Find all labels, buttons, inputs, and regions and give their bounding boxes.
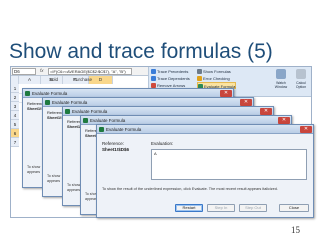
dialog-title-bar[interactable]: Evaluate Formula ✕	[97, 125, 313, 134]
footer-line: To show	[67, 183, 81, 187]
row-header-6[interactable]: 6	[11, 129, 19, 138]
dialog-footer-partial: To show appears	[27, 165, 40, 174]
close-icon[interactable]: ✕	[300, 126, 312, 133]
column-header-d[interactable]: D	[89, 76, 113, 84]
page-number: 15	[291, 225, 300, 235]
watch-window-button[interactable]: Watch Window	[273, 68, 289, 92]
step-out-button[interactable]: Step Out	[239, 204, 267, 212]
calculation-options-label: Calcul Option	[295, 81, 307, 89]
error-checking-button[interactable]: Error Checking	[197, 75, 230, 82]
calculation-options-icon	[296, 69, 306, 79]
trace-dependents-button[interactable]: Trace Dependents	[151, 75, 190, 82]
show-formulas-icon	[197, 69, 202, 74]
step-in-button[interactable]: Step In	[207, 204, 235, 212]
close-icon[interactable]: ✕	[220, 90, 232, 97]
row-header-4[interactable]: 4	[11, 111, 19, 120]
excel-app-icon	[83, 118, 88, 123]
close-icon[interactable]: ✕	[260, 108, 272, 115]
reference-label: Reference:	[102, 141, 125, 146]
row-header-3[interactable]: 3	[11, 102, 19, 111]
error-checking-icon	[197, 76, 202, 81]
trace-precedents-button[interactable]: Trace Precedents	[151, 68, 188, 75]
trace-dependents-label: Trace Dependents	[157, 76, 190, 81]
dialog-footer-partial: To show appears	[47, 174, 60, 183]
excel-app-icon	[99, 127, 104, 132]
error-checking-label: Error Checking	[203, 76, 230, 81]
excel-app-icon	[25, 91, 30, 96]
cell-sold[interactable]: Sold	[49, 77, 58, 82]
close-icon[interactable]: ✕	[278, 117, 290, 124]
row-header-1[interactable]: 1	[11, 84, 19, 93]
show-formulas-label: Show Formulas	[203, 69, 231, 74]
trace-precedents-icon	[151, 69, 156, 74]
dialog-title: Evaluate Formula	[90, 118, 126, 123]
row-header-2[interactable]: 2	[11, 93, 19, 102]
name-box[interactable]: D6	[12, 68, 36, 75]
close-button[interactable]: Close	[279, 204, 309, 212]
calculation-options-button[interactable]: Calcul Option	[293, 68, 309, 92]
excel-app-icon	[65, 109, 70, 114]
evaluation-box[interactable]: A	[151, 149, 307, 180]
dialog-instructions: To show the result of the underlined exp…	[102, 187, 278, 191]
trace-dependents-icon	[151, 76, 156, 81]
row-header-7[interactable]: 7	[11, 138, 19, 147]
watch-window-icon	[276, 69, 286, 79]
select-all-corner[interactable]	[11, 76, 19, 84]
footer-line: appears	[67, 187, 80, 192]
show-formulas-button[interactable]: Show Formulas	[197, 68, 231, 75]
trace-precedents-label: Trace Precedents	[157, 69, 189, 74]
dialog-title: Evaluate Formula	[72, 109, 108, 114]
dialog-title: Evaluate Formula	[52, 100, 88, 105]
slide-title: Show and trace formulas (5)	[9, 40, 273, 63]
row-header-5[interactable]: 5	[11, 120, 19, 129]
dialog-footer-partial: To show appears	[67, 183, 80, 192]
fx-label[interactable]: fx	[40, 68, 44, 73]
excel-app-icon	[45, 100, 50, 105]
restart-button[interactable]: Restart	[175, 204, 203, 212]
evaluate-formula-dialog-front[interactable]: Evaluate Formula ✕ Reference: Sheet1!$D$6…	[96, 124, 314, 218]
dialog-title: Evaluate Formula	[32, 91, 68, 96]
footer-line: appears	[27, 169, 40, 174]
footer-line: To show	[47, 174, 61, 178]
dialog-title: Evaluate Formula	[106, 127, 142, 132]
footer-line: appears	[47, 178, 60, 183]
close-icon[interactable]: ✕	[240, 99, 252, 106]
column-header-a[interactable]: A	[19, 76, 41, 84]
cell-purchase[interactable]: Purchase	[73, 77, 92, 82]
footer-line: To show	[27, 165, 41, 169]
reference-value: Sheet1!$D$6	[102, 147, 130, 152]
evaluation-value: A	[154, 151, 157, 156]
formula-input[interactable]: =IF(C6>=AVERAGE($C$2:$C$7), "A", "B")	[48, 68, 132, 75]
evaluation-label: Evaluation:	[151, 141, 174, 146]
watch-window-label: Watch Window	[274, 81, 288, 89]
